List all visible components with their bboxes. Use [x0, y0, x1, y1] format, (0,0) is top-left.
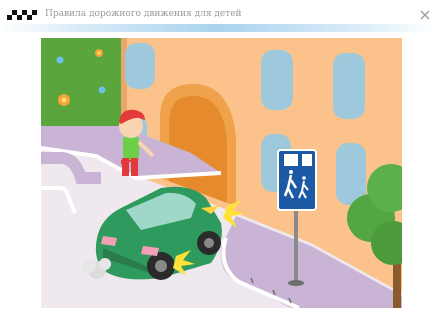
checkered-flag-icon — [7, 10, 37, 20]
grass — [41, 38, 121, 126]
building-window — [333, 53, 365, 119]
title-bar-gradient — [0, 24, 435, 32]
flower-icon — [58, 94, 70, 106]
building-window — [336, 143, 366, 205]
close-icon[interactable] — [418, 8, 432, 22]
flower-icon — [95, 49, 103, 57]
building-window — [261, 50, 293, 110]
traffic-scene-illustration — [41, 38, 402, 308]
window-title: Правила дорожного движения для детей — [45, 9, 242, 19]
building-window — [125, 43, 155, 89]
